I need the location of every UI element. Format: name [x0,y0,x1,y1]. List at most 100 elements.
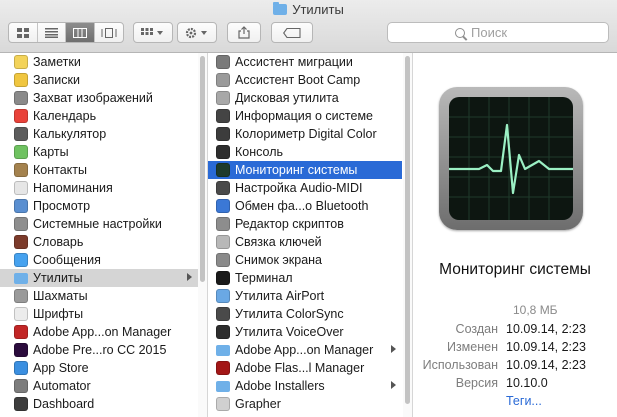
tags-link[interactable]: Теги... [506,392,542,410]
search-input[interactable] [471,25,541,40]
applications-column[interactable]: Заметки Записки Захват изображений Календар… [0,53,198,417]
grab-icon [216,253,230,267]
list-item[interactable]: Adobe Installers [208,377,402,395]
window-title: Утилиты [0,2,617,18]
created-value: 10.09.14, 2:23 [506,322,586,336]
utilities-column-scrollbar[interactable] [403,53,412,417]
folder-icon [273,2,288,15]
list-item-label: Grapher [235,397,281,411]
list-item[interactable]: Мониторинг системы [208,161,402,179]
list-item[interactable]: Утилита VoiceOver [208,323,402,341]
grapher-icon [216,397,230,411]
list-item[interactable]: Заметки [0,53,198,71]
list-item-label: Захват изображений [33,91,153,105]
list-item[interactable]: Шахматы [0,287,198,305]
column-view-icon [72,27,87,38]
voiceover-utility-icon [216,325,230,339]
list-item[interactable]: Утилиты [0,269,198,287]
list-item[interactable]: Grapher [208,395,402,413]
applications-scroll-thumb[interactable] [200,56,205,282]
utilities-scroll-thumb[interactable] [405,56,410,404]
list-item-label: Терминал [235,271,293,285]
tag-icon [283,27,301,38]
list-item[interactable]: Калькулятор [0,125,198,143]
list-item[interactable]: App Store [0,359,198,377]
list-item[interactable]: Adobe App...on Manager [208,341,402,359]
list-item[interactable]: Редактор скриптов [208,215,402,233]
list-item[interactable]: Информация о системе [208,107,402,125]
list-item[interactable]: Дисковая утилита [208,89,402,107]
list-item[interactable]: Напоминания [0,179,198,197]
list-item[interactable]: Adobe Flas...l Manager [208,359,402,377]
list-item[interactable]: Утилита AirPort [208,287,402,305]
activity-monitor-icon [439,87,583,230]
list-item-label: Напоминания [33,181,113,195]
utilities-column[interactable]: Ассистент миграции Ассистент Boot Camp Дис… [208,53,402,417]
list-item[interactable]: Automator [0,377,198,395]
digital-color-meter-icon [216,127,230,141]
list-item[interactable]: Связка ключей [208,233,402,251]
list-item[interactable]: Утилита ColorSync [208,305,402,323]
column-view-button[interactable] [66,23,95,42]
tags-button[interactable] [271,22,313,43]
notes-icon [14,55,28,69]
list-item[interactable]: Терминал [208,269,402,287]
list-item-label: Шрифты [33,307,84,321]
last-opened-row: Использован 10.09.14, 2:23 [413,356,617,374]
list-item-label: Adobe App...on Manager [235,343,374,357]
list-item[interactable]: Системные настройки [0,215,198,233]
list-item-label: Adobe Pre...ro CC 2015 [33,343,167,357]
search-icon [455,27,465,38]
messages-icon [14,253,28,267]
list-item-label: Утилита ColorSync [235,307,344,321]
list-item[interactable]: Календарь [0,107,198,125]
list-item[interactable]: Шрифты [0,305,198,323]
list-item[interactable]: Adobe App...on Manager [0,323,198,341]
coverflow-view-button[interactable] [95,23,123,42]
list-item-label: Adobe App...on Manager [33,325,172,339]
action-button[interactable] [177,22,217,43]
coverflow-view-icon [101,27,117,38]
list-item[interactable]: Контакты [0,161,198,179]
reminders-icon [14,181,28,195]
keychain-access-icon [216,235,230,249]
list-item[interactable]: Снимок экрана [208,251,402,269]
list-item[interactable]: Колориметр Digital Color [208,125,402,143]
list-item[interactable]: Dashboard [0,395,198,413]
window-title-text: Утилиты [292,2,344,17]
list-item[interactable]: Словарь [0,233,198,251]
list-item[interactable]: Захват изображений [0,89,198,107]
list-item[interactable]: Ассистент миграции [208,53,402,71]
applications-column-scrollbar[interactable] [198,53,207,417]
list-item[interactable]: Записки [0,71,198,89]
list-item-label: Заметки [33,55,81,69]
list-item-label: Календарь [33,109,97,123]
arrange-grid-icon [141,27,163,35]
dictionary-icon [14,235,28,249]
list-item[interactable]: Ассистент Boot Camp [208,71,402,89]
list-item[interactable]: Настройка Audio-MIDI [208,179,402,197]
list-item[interactable]: Просмотр [0,197,198,215]
list-view-button[interactable] [38,23,66,42]
list-item-label: Словарь [33,235,84,249]
list-item[interactable]: Adobe Pre...ro CC 2015 [0,341,198,359]
arrange-button[interactable] [133,22,173,43]
list-item-label: Мониторинг системы [235,163,358,177]
list-view-icon [44,27,58,38]
share-button[interactable] [227,22,261,43]
search-field[interactable] [387,22,609,43]
list-item[interactable]: Консоль [208,143,402,161]
list-item[interactable]: Сообщения [0,251,198,269]
list-item-label: Утилита AirPort [235,289,325,303]
folder-icon [216,344,230,356]
list-item[interactable]: Обмен фа...о Bluetooth [208,197,402,215]
preview-metadata: Создан 10.09.14, 2:23 Изменен 10.09.14, … [413,320,617,410]
list-item[interactable]: Карты [0,143,198,161]
system-preferences-icon [14,217,28,231]
terminal-icon [216,271,230,285]
boot-camp-icon [216,73,230,87]
migration-assistant-icon [216,55,230,69]
last-opened-value: 10.09.14, 2:23 [506,358,586,372]
list-item-label: Консоль [235,145,284,159]
icon-view-button[interactable] [9,23,38,42]
